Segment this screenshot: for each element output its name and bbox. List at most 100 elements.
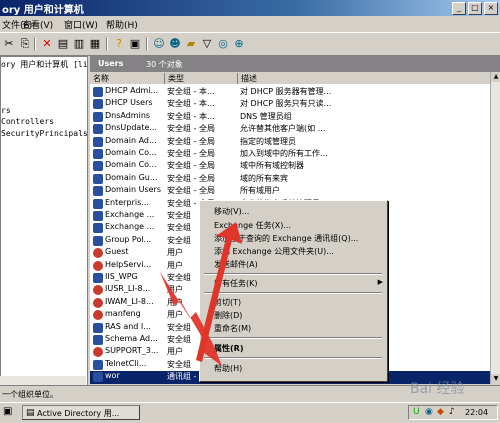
taskbar-button-label: Active Directory 用... <box>37 409 120 418</box>
cell-name: SUPPORT_3... <box>105 346 159 356</box>
cell-description: 指定的域管理员 <box>240 136 296 146</box>
menu-item-help[interactable]: 帮助(H) <box>214 363 242 374</box>
menu-item-rename[interactable]: 重命名(M) <box>214 323 251 334</box>
tree-item-users[interactable]: rs <box>1 106 11 115</box>
watermark: Bai 经验 <box>410 381 465 397</box>
copy-icon[interactable]: ⎘ <box>18 37 32 51</box>
table-row[interactable]: Domain Gu... 安全组 - 全局 域的所有来宾 <box>90 173 490 186</box>
system-tray: U ◉ ◆ ♪ 22:04 <box>408 405 498 420</box>
cell-type: 安全组 - 全局 <box>167 186 215 196</box>
menu-bar: 文件(F) 查看(V) 窗口(W) 帮助(H) <box>0 16 500 32</box>
group-icon <box>93 223 103 234</box>
cell-name: DHCP Admi... <box>105 86 159 95</box>
tree-horizontal-scrollbar[interactable] <box>0 376 86 385</box>
menu-separator <box>204 357 382 359</box>
cell-name: wor <box>105 371 120 381</box>
cell-name: Domain Users <box>105 185 161 195</box>
menu-item-add-public-folder[interactable]: 添加 Exchange 公用文件夹(U)... <box>214 246 334 257</box>
cell-description: 允许替其他客户端(如 ... <box>240 124 326 134</box>
menu-view[interactable]: 查看(V) <box>22 18 53 31</box>
menu-item-exchange-tasks[interactable]: Exchange 任务(X)... <box>214 220 291 231</box>
table-row[interactable]: Domain Co... 安全组 - 全局 加入到域中的所有工作... <box>90 148 490 161</box>
table-row[interactable]: Domain Ad... 安全组 - 全局 指定的域管理员 <box>90 136 490 149</box>
table-row[interactable]: DHCP Users 安全组 - 本... 对 DHCP 服务只有只读... <box>90 98 490 111</box>
toolbar-separator <box>106 37 108 51</box>
security-icon[interactable]: ◆ <box>437 407 444 417</box>
help-icon[interactable]: ? <box>112 37 126 51</box>
menu-item-properties[interactable]: 属性(R) <box>214 343 243 354</box>
column-description[interactable]: 描述 <box>238 73 488 84</box>
cell-type: 安全组 - 全局 <box>167 173 215 183</box>
volume-icon[interactable]: ♪ <box>449 407 455 417</box>
object-count: 30 个对象 <box>146 60 183 69</box>
new-user-icon[interactable]: ☺ <box>152 37 166 51</box>
quick-launch-icon[interactable]: ▣ <box>3 406 12 417</box>
scroll-down-icon[interactable]: ▼ <box>491 374 500 384</box>
shield-icon[interactable]: U <box>413 407 420 417</box>
column-type[interactable]: 类型 <box>165 73 238 84</box>
new-group-icon[interactable]: ☻ <box>168 37 182 51</box>
filter-icon[interactable]: ▽ <box>200 37 214 51</box>
toolbar-separator <box>146 37 148 51</box>
refresh-icon[interactable]: ▥ <box>72 37 86 51</box>
cell-name: Exchange ... <box>105 222 155 232</box>
clock[interactable]: 22:04 <box>465 408 488 417</box>
taskbar-button-active-directory[interactable]: ▤ Active Directory 用... <box>22 405 140 420</box>
menu-item-move[interactable]: 移动(V)... <box>214 206 249 217</box>
scroll-up-icon[interactable]: ▲ <box>491 72 500 82</box>
cell-description: 域的所有来宾 <box>240 173 288 183</box>
column-name[interactable]: 名称 <box>90 73 165 84</box>
menu-separator <box>204 273 382 275</box>
cell-name: RAS and I... <box>105 321 151 331</box>
list-vertical-scrollbar[interactable]: ▲ ▼ <box>490 72 500 384</box>
cell-type: 安全组 - 全局 <box>167 124 215 134</box>
cell-name: Group Pol... <box>105 234 152 244</box>
cell-name: IUSR_LI-8... <box>105 284 151 294</box>
tree-item-root[interactable]: ory 用户和计算机 [li- <box>1 59 87 70</box>
table-row[interactable]: Domain Co... 安全组 - 全局 域中所有域控制器 <box>90 160 490 173</box>
network-icon[interactable]: ◉ <box>425 407 433 417</box>
group-icon <box>93 124 103 135</box>
menu-item-cut[interactable]: 剪切(T) <box>214 297 241 308</box>
cell-name: HelpServi... <box>105 259 152 269</box>
find-icon[interactable]: ◎ <box>216 37 230 51</box>
cell-name: Domain Ad... <box>105 135 157 145</box>
cell-description: 对 DHCP 服务器有管理... <box>240 87 332 96</box>
group-icon <box>93 136 103 147</box>
user-icon <box>93 248 103 259</box>
cut-icon[interactable]: ✂ <box>2 37 16 51</box>
cell-name: Enterpris... <box>105 197 149 207</box>
maximize-icon[interactable]: □ <box>468 2 482 15</box>
delete-icon[interactable]: ✕ <box>40 37 54 51</box>
menu-help[interactable]: 帮助(H) <box>106 18 138 31</box>
menu-window[interactable]: 窗口(W) <box>64 18 98 31</box>
details-pane-header: Users 30 个对象 <box>90 56 500 72</box>
table-row[interactable]: DHCP Admi... 安全组 - 本... 对 DHCP 服务器有管理... <box>90 86 490 99</box>
table-row[interactable]: DnsAdmins 安全组 - 本... DNS 管理员组 <box>90 111 490 124</box>
tree-item-domain-controllers[interactable]: Controllers <box>1 117 54 126</box>
user-icon <box>93 310 103 321</box>
new-ou-icon[interactable]: ▰ <box>184 37 198 51</box>
console-icon[interactable]: ▣ <box>128 37 142 51</box>
add-to-group-icon[interactable]: ⊕ <box>232 37 246 51</box>
menu-item-add-query-group[interactable]: 添加基于查询的 Exchange 通讯组(Q)... <box>214 233 358 244</box>
table-row[interactable]: Domain Users 安全组 - 全局 所有域用户 <box>90 185 490 198</box>
group-icon <box>93 335 103 345</box>
minimize-icon[interactable]: _ <box>452 2 466 15</box>
menu-item-delete[interactable]: 删除(D) <box>214 310 242 321</box>
export-icon[interactable]: ▦ <box>88 37 102 51</box>
cell-name: TelnetCli... <box>105 358 147 368</box>
menu-item-send-mail[interactable]: 发送邮件(A) <box>214 259 258 270</box>
tree-item-foreign-security-principals[interactable]: SecurityPrincipals <box>1 129 87 138</box>
table-row[interactable]: DnsUpdate... 安全组 - 全局 允许替其他客户端(如 ... <box>90 123 490 136</box>
properties-icon[interactable]: ▤ <box>56 37 70 51</box>
cell-name: Domain Co... <box>105 148 157 157</box>
close-icon[interactable]: × <box>484 2 498 15</box>
cell-description: 所有域用户 <box>240 186 280 196</box>
pane-title: Users <box>98 59 124 68</box>
cell-name: Domain Gu... <box>105 172 158 182</box>
group-icon <box>93 161 103 172</box>
cell-name: DnsAdmins <box>105 110 151 120</box>
group-icon <box>93 87 103 97</box>
menu-item-all-tasks[interactable]: 所有任务(K) <box>214 278 258 289</box>
